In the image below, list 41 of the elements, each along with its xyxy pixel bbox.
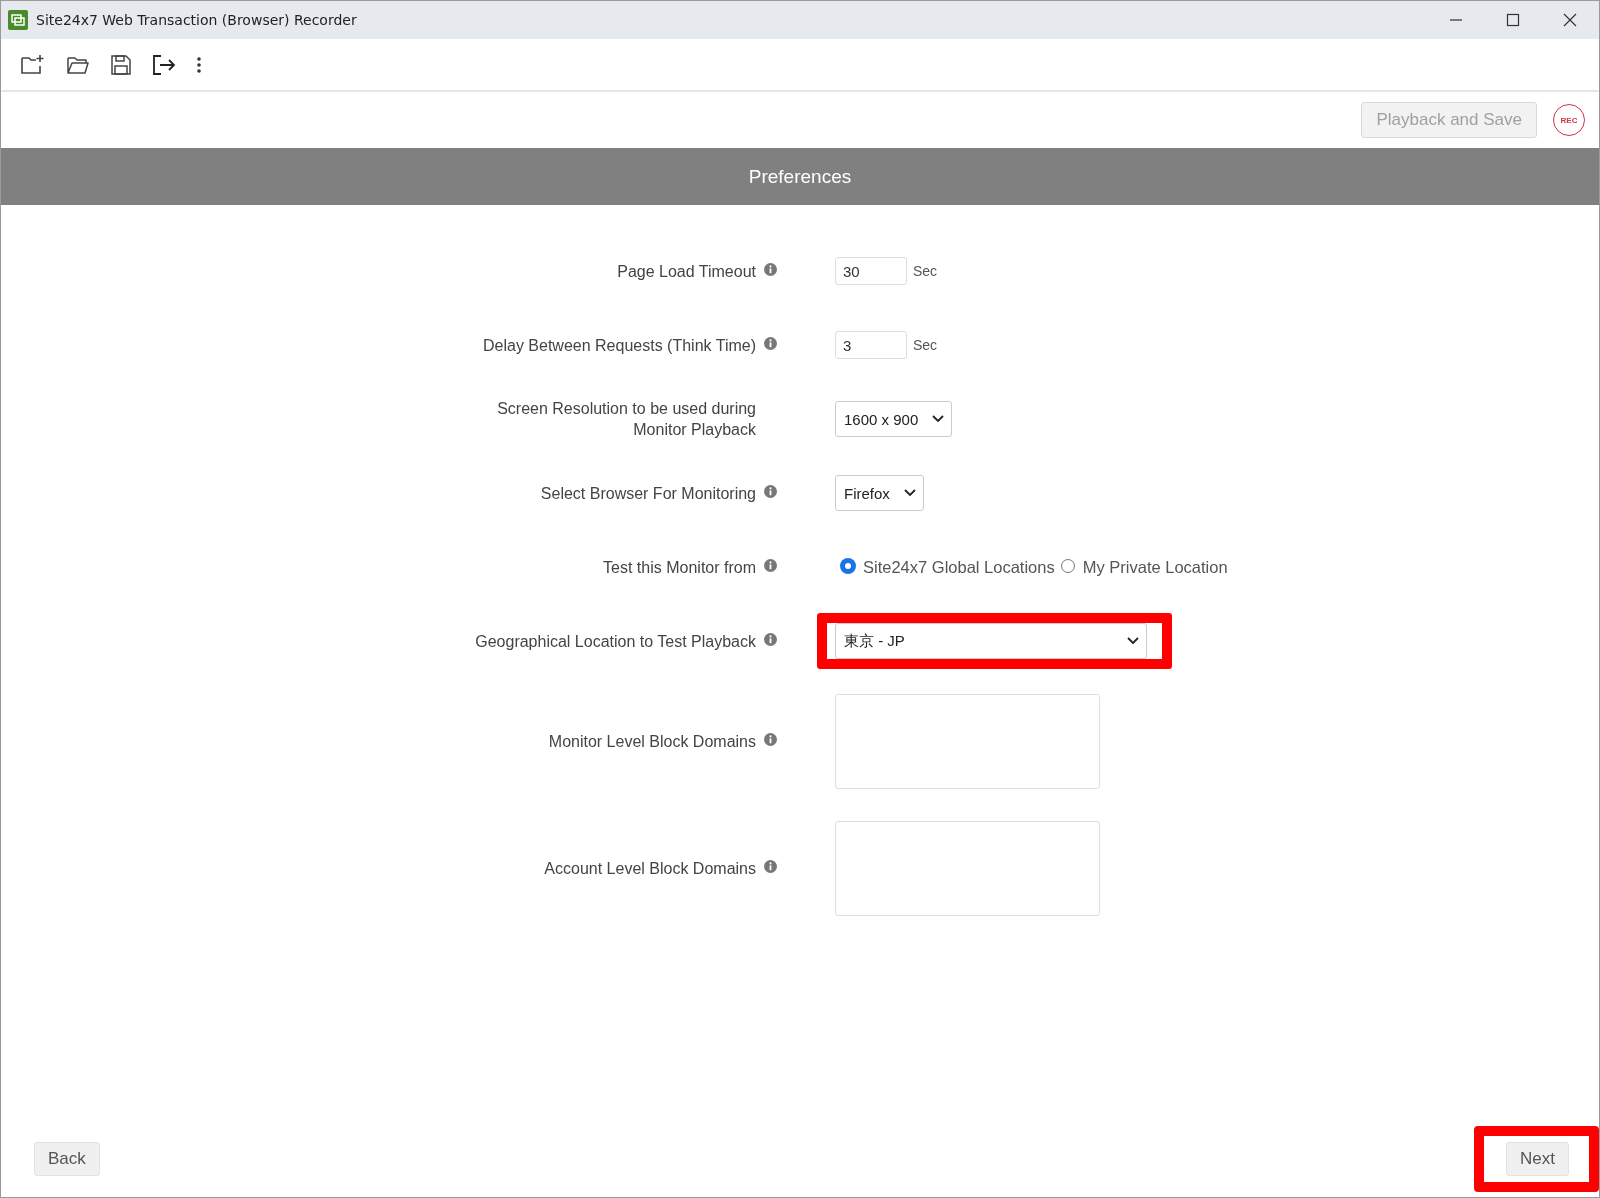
maximize-icon[interactable]	[1506, 13, 1520, 27]
unit-label: Sec	[913, 263, 938, 279]
next-button[interactable]: Next	[1506, 1142, 1569, 1176]
number-input[interactable]: 30	[835, 257, 907, 285]
field-label: Delay Between Requests (Think Time)	[483, 335, 756, 356]
save-icon[interactable]	[110, 53, 132, 76]
field-label: Monitor Level Block Domains	[548, 732, 756, 752]
info-icon[interactable]	[764, 262, 777, 276]
chevron-down-icon	[932, 415, 945, 423]
more-icon[interactable]	[196, 55, 202, 74]
dropdown[interactable]: 東京 - JP	[835, 623, 1147, 659]
chevron-down-icon	[1127, 637, 1139, 645]
header-title: Preferences	[748, 165, 852, 188]
close-icon[interactable]	[1563, 13, 1577, 27]
dropdown[interactable]: Firefox	[835, 475, 924, 511]
info-icon[interactable]	[764, 860, 777, 873]
info-icon[interactable]	[764, 733, 777, 746]
info-icon[interactable]	[764, 484, 777, 498]
info-icon[interactable]	[764, 632, 777, 646]
exit-icon[interactable]	[152, 53, 176, 76]
field-label: Test this Monitor from	[603, 557, 756, 578]
info-icon[interactable]	[764, 558, 777, 572]
field-label: Screen Resolution to be used during Monitor Playback	[496, 399, 756, 440]
radio-button[interactable]	[841, 558, 855, 573]
info-icon[interactable]	[764, 336, 777, 350]
number-input[interactable]: 3	[835, 331, 907, 359]
field-label: Account Level Block Domains	[544, 859, 756, 879]
unit-label: Sec	[913, 337, 938, 353]
window-title: Site24x7 Web Transaction (Browser) Recorder	[36, 12, 357, 28]
app-icon	[8, 10, 28, 30]
rec-button[interactable]: REC	[1553, 104, 1585, 136]
new-folder-icon[interactable]	[20, 52, 46, 77]
back-button[interactable]: Back	[34, 1142, 100, 1176]
radio-label[interactable]: My Private Location	[1082, 557, 1228, 577]
radio-button[interactable]	[1060, 558, 1075, 573]
field-label: Page Load Timeout	[617, 261, 756, 282]
chevron-down-icon	[903, 489, 916, 497]
field-label: Select Browser For Monitoring	[540, 483, 756, 504]
dropdown[interactable]: 1600 x 900	[835, 401, 953, 437]
field-label: Geographical Location to Test Playback	[475, 631, 756, 652]
radio-label[interactable]: Site24x7 Global Locations	[863, 557, 1055, 577]
